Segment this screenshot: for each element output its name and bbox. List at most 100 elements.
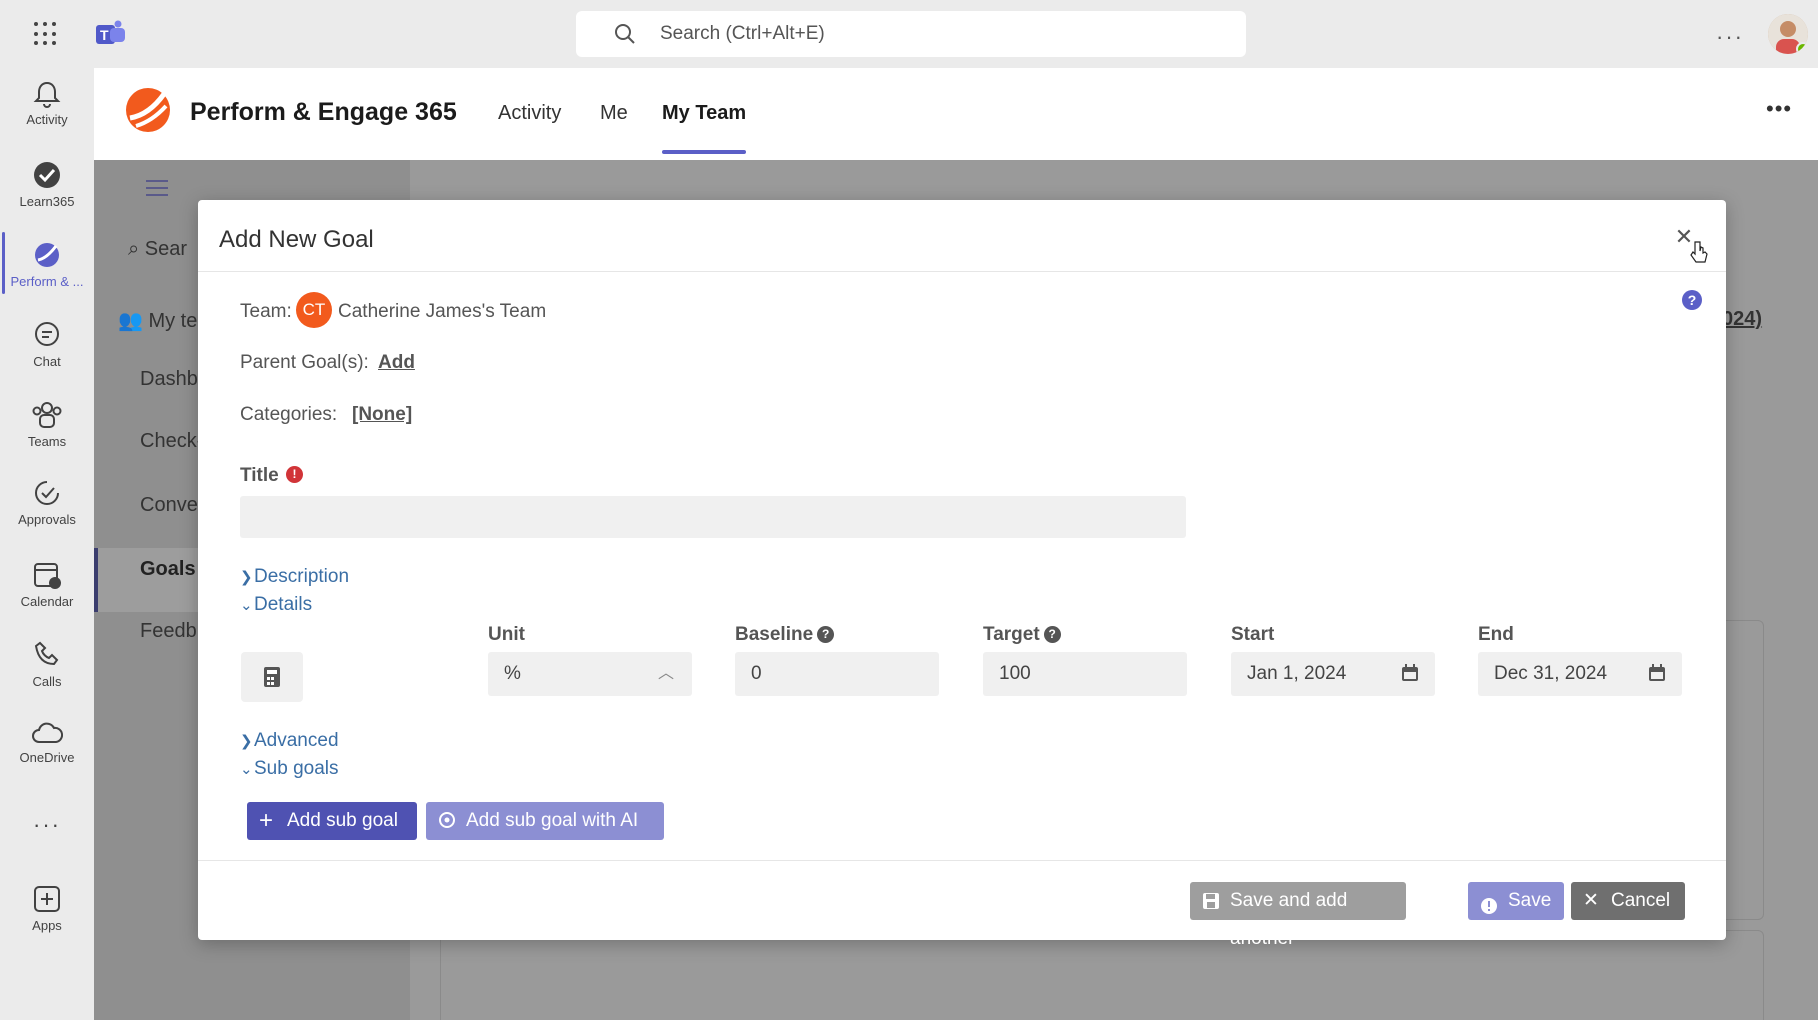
background-nav-checkins: Check- bbox=[140, 430, 204, 452]
cloud-icon bbox=[32, 722, 63, 743]
rail-item-teams[interactable]: Teams bbox=[0, 400, 94, 449]
title-input[interactable] bbox=[240, 496, 1186, 538]
more-options-icon[interactable]: ··· bbox=[1716, 24, 1744, 50]
save-button[interactable]: Save bbox=[1468, 882, 1564, 920]
question-icon[interactable]: ? bbox=[817, 626, 835, 643]
rail-label: Activity bbox=[26, 112, 68, 127]
rail-item-calls[interactable]: Calls bbox=[0, 640, 94, 689]
rail-item-chat[interactable]: Chat bbox=[0, 320, 94, 369]
end-label: End bbox=[1478, 624, 1514, 645]
active-tab-indicator bbox=[662, 150, 746, 154]
dialog-header: Add New Goal ✕ bbox=[198, 200, 1726, 272]
end-date-input[interactable]: Dec 31, 2024 bbox=[1478, 652, 1682, 696]
cancel-button[interactable]: ✕ Cancel bbox=[1571, 882, 1685, 920]
app-header: Perform & Engage 365 Activity Me My Team… bbox=[94, 68, 1818, 160]
background-period-link: 024) bbox=[1722, 308, 1763, 330]
save-and-add-another-button[interactable]: Save and add another bbox=[1190, 882, 1406, 949]
apps-plus-icon bbox=[34, 886, 60, 912]
background-nav-goals: Goals bbox=[140, 558, 196, 580]
search-placeholder: Search (Ctrl+Alt+E) bbox=[660, 23, 825, 44]
background-my-team: 👥 My te bbox=[118, 310, 198, 332]
description-expander[interactable]: ❯Description bbox=[240, 566, 349, 588]
rail-item-activity[interactable]: Activity bbox=[0, 80, 94, 127]
calendar-icon[interactable] bbox=[1401, 664, 1419, 682]
top-bar: T Search (Ctrl+Alt+E) ··· bbox=[0, 0, 1818, 68]
more-apps-icon[interactable]: ··· bbox=[0, 812, 94, 838]
check-circle-icon bbox=[34, 162, 60, 188]
background-nav-conversations: Conve bbox=[140, 494, 198, 516]
teams-logo-icon[interactable]: T bbox=[96, 20, 126, 48]
chevron-right-icon: ❯ bbox=[240, 569, 253, 586]
advanced-expander[interactable]: ❯Advanced bbox=[240, 730, 339, 752]
start-date-input[interactable]: Jan 1, 2024 bbox=[1231, 652, 1435, 696]
team-label: Team: bbox=[240, 301, 292, 322]
dialog-title: Add New Goal bbox=[219, 226, 374, 253]
required-icon: ! bbox=[286, 466, 303, 483]
unit-label: Unit bbox=[488, 624, 525, 645]
calendar-icon bbox=[34, 563, 61, 589]
perform-engage-logo-icon bbox=[126, 88, 170, 132]
question-icon[interactable]: ? bbox=[1043, 626, 1061, 643]
teams-icon bbox=[32, 402, 62, 428]
user-avatar[interactable] bbox=[1768, 14, 1808, 54]
hamburger-icon[interactable] bbox=[146, 180, 168, 196]
plus-icon: + bbox=[259, 807, 274, 834]
details-expander[interactable]: ⌄Details bbox=[240, 594, 312, 616]
ai-sparkle-icon bbox=[439, 812, 455, 828]
chevron-right-icon: ❯ bbox=[240, 733, 253, 750]
help-icon[interactable]: ? bbox=[1682, 290, 1702, 310]
phone-icon bbox=[34, 641, 59, 666]
dialog-footer-divider bbox=[198, 860, 1726, 861]
chevron-up-icon: ︿ bbox=[657, 665, 674, 682]
categories-label: Categories: bbox=[240, 404, 338, 425]
team-avatar: CT bbox=[296, 292, 332, 328]
global-search-input[interactable]: Search (Ctrl+Alt+E) bbox=[576, 11, 1246, 57]
rail-item-perform[interactable]: Perform & ... bbox=[0, 232, 94, 294]
rail-item-apps[interactable]: Apps bbox=[0, 884, 94, 933]
perform-icon bbox=[35, 243, 59, 267]
rail-label: Calls bbox=[32, 674, 62, 689]
tab-activity[interactable]: Activity bbox=[498, 102, 561, 125]
app-launcher-icon[interactable] bbox=[34, 22, 58, 46]
approvals-icon bbox=[35, 481, 59, 505]
tab-my-team[interactable]: My Team bbox=[662, 102, 746, 125]
baseline-label: Baseline? bbox=[735, 624, 835, 646]
target-label: Target? bbox=[983, 624, 1061, 646]
unit-select[interactable]: % ︿ bbox=[488, 652, 692, 696]
calendar-icon[interactable] bbox=[1648, 664, 1666, 682]
categories-link[interactable]: [None] bbox=[352, 404, 412, 426]
background-search: ⌕ Sear bbox=[128, 238, 188, 260]
left-rail: Activity Learn365 Perform & ... Chat Tea… bbox=[0, 68, 94, 1020]
rail-label: Chat bbox=[33, 354, 61, 369]
add-parent-goal-link[interactable]: Add bbox=[378, 352, 415, 374]
presence-available-icon bbox=[1796, 42, 1808, 54]
target-input[interactable]: 100 bbox=[983, 652, 1187, 696]
svg-text:T: T bbox=[100, 27, 109, 43]
rail-label: Apps bbox=[32, 918, 62, 933]
background-panel-2 bbox=[440, 930, 1764, 1020]
rail-item-onedrive[interactable]: OneDrive bbox=[0, 720, 94, 765]
sub-goals-expander[interactable]: ⌄Sub goals bbox=[240, 758, 339, 780]
rail-item-approvals[interactable]: Approvals bbox=[0, 478, 94, 527]
rail-label: Learn365 bbox=[19, 194, 75, 209]
chevron-down-icon: ⌄ bbox=[240, 761, 253, 778]
app-more-options-icon[interactable]: ••• bbox=[1766, 96, 1792, 122]
baseline-input[interactable]: 0 bbox=[735, 652, 939, 696]
rail-label: Teams bbox=[27, 434, 67, 449]
background-nav-dashboard: Dashb bbox=[140, 368, 198, 390]
tab-me[interactable]: Me bbox=[600, 102, 628, 125]
calculator-button[interactable] bbox=[241, 652, 303, 702]
rail-item-calendar[interactable]: Calendar bbox=[0, 560, 94, 609]
bell-icon bbox=[33, 81, 61, 108]
background-nav-feedback: Feedb bbox=[140, 620, 197, 642]
add-sub-goal-ai-button[interactable]: Add sub goal with AI bbox=[426, 802, 664, 840]
close-icon: ✕ bbox=[1583, 890, 1599, 911]
rail-label: OneDrive bbox=[19, 750, 75, 765]
rail-label: Approvals bbox=[18, 512, 76, 527]
chat-icon bbox=[35, 322, 59, 346]
rail-item-learn365[interactable]: Learn365 bbox=[0, 160, 94, 209]
add-sub-goal-button[interactable]: + Add sub goal bbox=[247, 802, 417, 840]
alert-circle-icon bbox=[1480, 891, 1498, 929]
add-goal-dialog: Add New Goal ✕ ? Team: CT Catherine Jame… bbox=[198, 200, 1726, 949]
rail-label: Calendar bbox=[20, 594, 74, 609]
